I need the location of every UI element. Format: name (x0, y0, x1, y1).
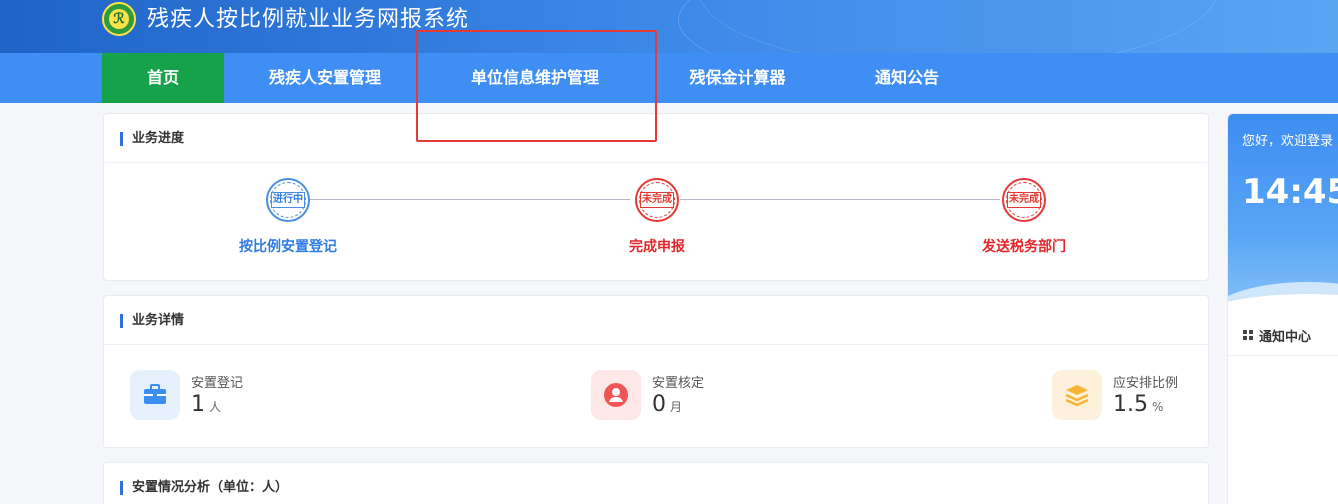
details-panel: 业务详情 安置登记 1人 安置核定 0月 应安排比例 1.5% (103, 295, 1209, 448)
analysis-panel: 安置情况分析（单位：人） (103, 462, 1209, 504)
title-bar-marker (120, 481, 123, 495)
stack-icon (1052, 370, 1102, 420)
title-bar-marker (120, 132, 123, 146)
nav-unit-info[interactable]: 单位信息维护管理 (445, 53, 625, 103)
welcome-panel: 您好，欢迎登录 14:45 通知中心 (1227, 113, 1338, 504)
panel-header: 业务详情 (104, 296, 1208, 345)
user-icon (591, 370, 641, 420)
status-stamp-icon: 进行中 (266, 178, 310, 222)
stat-label: 应安排比例 (1113, 376, 1179, 391)
title-bar-marker (120, 314, 123, 328)
step-label[interactable]: 发送税务部门 (944, 236, 1104, 256)
progress-steps: 进行中 按比例安置登记 未完成 完成申报 未完成 发送税务部门 (104, 163, 1208, 281)
step-connector (680, 199, 1000, 200)
panel-title: 业务详情 (132, 313, 185, 328)
notice-center-title[interactable]: 通知中心 (1259, 326, 1311, 345)
step-label[interactable]: 按比例安置登记 (208, 236, 368, 256)
stat-value: 0月 (652, 392, 683, 417)
panel-title: 业务进度 (132, 131, 185, 146)
stat-label: 安置核定 (652, 376, 705, 391)
stat-value: 1人 (191, 392, 222, 417)
status-stamp-icon: 未完成 (635, 178, 679, 222)
briefcase-icon (130, 370, 180, 420)
top-banner: ℛ 残疾人按比例就业业务网报系统 (0, 0, 1338, 53)
status-stamp-icon: 未完成 (1002, 178, 1046, 222)
nav-disabled-placement[interactable]: 残疾人安置管理 (245, 53, 405, 103)
logo-icon: ℛ (102, 2, 136, 36)
nav-notices[interactable]: 通知公告 (858, 53, 956, 103)
step-label[interactable]: 完成申报 (577, 236, 737, 256)
clock-time: 14:45 (1242, 172, 1338, 212)
panel-title: 安置情况分析（单位：人） (132, 480, 289, 495)
greeting-text: 您好，欢迎登录 (1242, 134, 1334, 149)
step-connector (310, 199, 630, 200)
app-title: 残疾人按比例就业业务网报系统 (147, 7, 470, 32)
main-nav: 首页 残疾人安置管理 单位信息维护管理 残保金计算器 通知公告 (0, 53, 1338, 103)
stat-label: 安置登记 (191, 376, 244, 391)
panel-header: 业务进度 (104, 114, 1208, 163)
stats-row: 安置登记 1人 安置核定 0月 应安排比例 1.5% (104, 345, 1208, 448)
banner-decoration (698, 0, 1218, 53)
grid-icon (1243, 330, 1253, 340)
nav-home[interactable]: 首页 (102, 53, 224, 103)
nav-fee-calculator[interactable]: 残保金计算器 (675, 53, 800, 103)
stat-value: 1.5% (1113, 392, 1164, 417)
progress-panel: 业务进度 进行中 按比例安置登记 未完成 完成申报 未完成 发送税务部门 (103, 113, 1209, 281)
panel-header: 安置情况分析（单位：人） (104, 463, 1208, 504)
